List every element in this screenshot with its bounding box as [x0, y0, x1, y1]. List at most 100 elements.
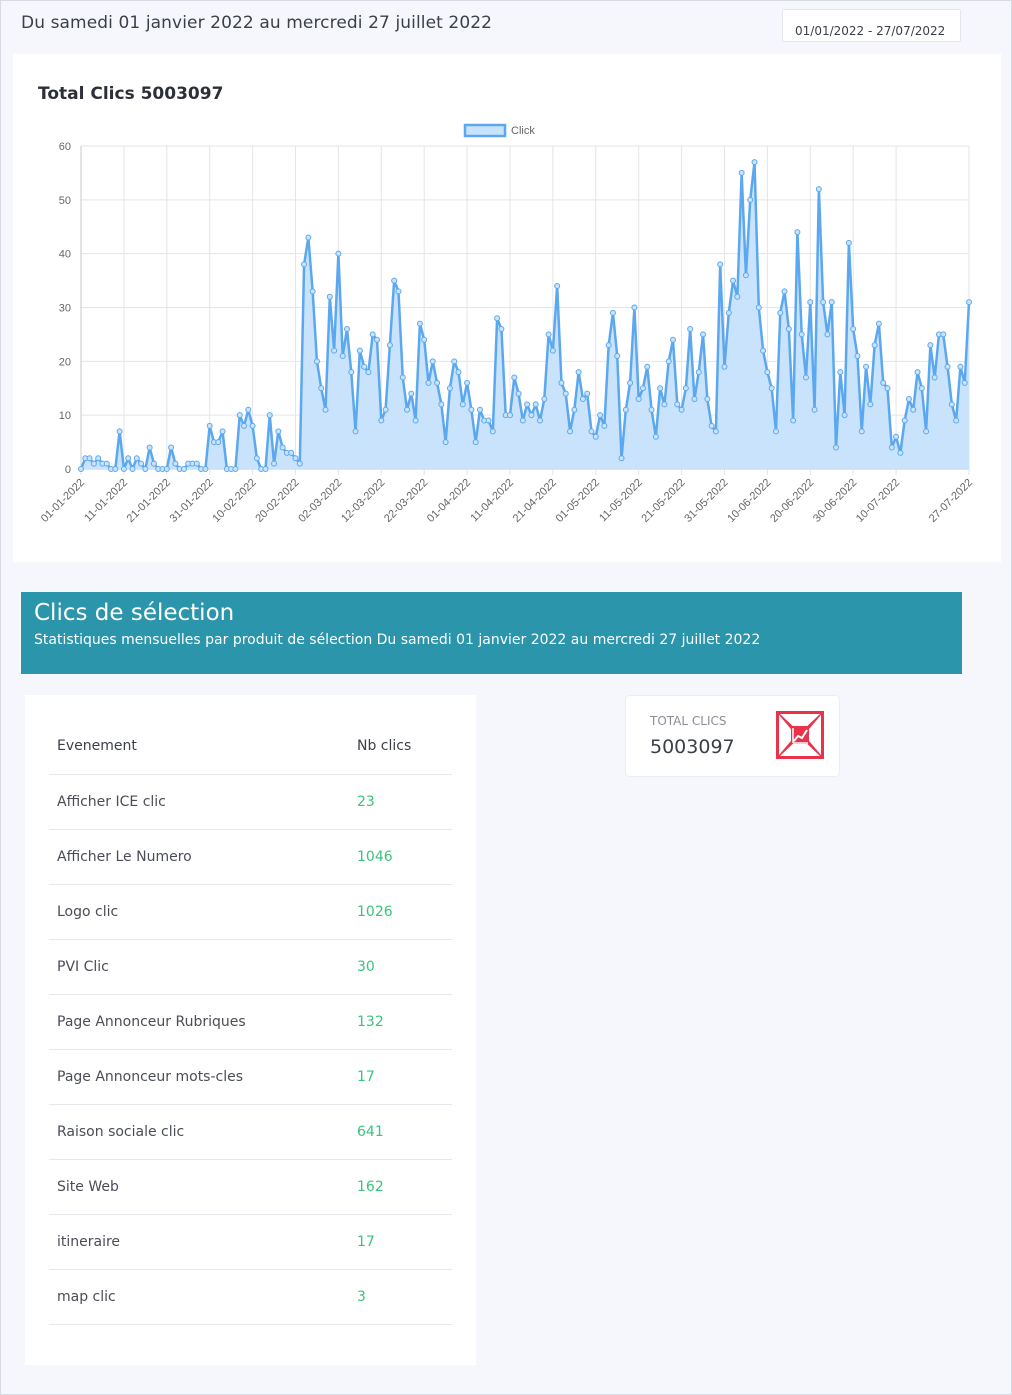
- data-point: [292, 455, 299, 462]
- data-point: [953, 417, 960, 424]
- data-point: [802, 374, 809, 381]
- x-tick-label: 30-06-2022: [811, 477, 859, 525]
- data-point: [712, 428, 719, 435]
- data-point: [768, 385, 775, 392]
- data-point: [824, 331, 831, 338]
- data-point: [931, 374, 938, 381]
- data-point: [279, 444, 286, 451]
- x-tick-label: 11-04-2022: [468, 477, 516, 525]
- data-point: [717, 261, 724, 268]
- data-point: [760, 347, 767, 354]
- data-point: [511, 374, 518, 381]
- x-tick-label: 27-07-2022: [927, 477, 975, 525]
- x-tick-label: 31-05-2022: [682, 477, 730, 525]
- chart-card: Total Clics 5003097 0 10 20 30 40 50 60 01-01-2…: [13, 54, 1001, 562]
- data-point: [644, 363, 651, 370]
- data-point: [674, 401, 681, 408]
- data-point: [494, 315, 501, 322]
- event-name: Site Web: [49, 1159, 349, 1215]
- data-point: [326, 293, 333, 300]
- x-tick-label: 12-03-2022: [339, 477, 387, 525]
- events-table-card: Evenement Nb clics Afficher ICE clic 23 …: [25, 695, 476, 1365]
- data-point: [103, 460, 110, 467]
- data-point: [858, 428, 865, 435]
- data-point: [695, 369, 702, 376]
- data-point: [206, 422, 213, 429]
- data-point: [421, 336, 428, 343]
- x-tick-label: 10-07-2022: [854, 477, 902, 525]
- data-point: [202, 466, 209, 472]
- data-point: [262, 466, 269, 472]
- x-tick-label: 21-01-2022: [125, 477, 173, 525]
- data-point: [120, 466, 127, 472]
- event-name: Afficher Le Numero: [49, 829, 349, 885]
- event-name: Logo clic: [49, 884, 349, 940]
- data-point: [794, 229, 801, 236]
- data-point: [180, 466, 187, 472]
- data-point: [506, 412, 513, 419]
- event-name: map clic: [49, 1269, 349, 1325]
- data-point: [893, 433, 900, 440]
- data-point: [854, 352, 861, 359]
- data-point: [266, 412, 273, 419]
- data-point: [777, 309, 784, 316]
- table-row: Afficher Le Numero 1046: [49, 829, 452, 885]
- data-point: [241, 422, 248, 429]
- data-point: [142, 466, 149, 472]
- event-count: 162: [349, 1159, 452, 1215]
- total-clicks-card: TOTAL CLICS 5003097: [625, 695, 840, 777]
- event-count: 17: [349, 1214, 452, 1270]
- x-tick-label: 22-03-2022: [382, 477, 430, 525]
- data-point: [537, 417, 544, 424]
- y-tick-label: 10: [59, 410, 71, 422]
- data-point: [747, 196, 754, 203]
- event-name: Page Annonceur mots-cles: [49, 1049, 349, 1105]
- data-point: [601, 422, 608, 429]
- y-tick-label: 50: [59, 195, 71, 207]
- data-point: [850, 326, 857, 333]
- data-point: [691, 396, 698, 403]
- data-point: [665, 358, 672, 365]
- data-point: [172, 460, 179, 467]
- data-point: [652, 433, 659, 440]
- data-point: [168, 444, 175, 451]
- data-point: [374, 336, 380, 343]
- data-point: [631, 304, 638, 311]
- data-point: [571, 406, 578, 413]
- data-point: [755, 304, 762, 311]
- data-point: [845, 239, 852, 246]
- data-point: [434, 379, 441, 386]
- data-point: [138, 460, 145, 467]
- data-point: [867, 401, 874, 408]
- x-tick-label: 02-03-2022: [296, 477, 344, 525]
- data-point: [133, 455, 140, 462]
- total-clicks-value: 5003097: [650, 736, 735, 758]
- data-point: [253, 455, 260, 462]
- data-point: [961, 379, 968, 386]
- data-point: [914, 369, 921, 376]
- data-point: [378, 417, 385, 424]
- event-count: 23: [349, 774, 452, 830]
- data-point: [232, 466, 239, 472]
- range-title: Du samedi 01 janvier 2022 au mercredi 27…: [21, 13, 493, 33]
- data-point: [236, 412, 243, 419]
- y-tick-label: 30: [59, 303, 71, 315]
- data-point: [966, 299, 972, 306]
- data-point: [614, 352, 621, 359]
- event-name: Raison sociale clic: [49, 1104, 349, 1160]
- data-point: [657, 385, 664, 392]
- data-point: [558, 379, 565, 386]
- data-point: [905, 396, 912, 403]
- data-point: [721, 363, 728, 370]
- table-header-row: Evenement Nb clics: [49, 719, 452, 775]
- data-point: [275, 428, 282, 435]
- x-tick-label: 10-06-2022: [725, 477, 773, 525]
- x-tick-label: 11-01-2022: [82, 477, 130, 525]
- data-point: [549, 347, 556, 354]
- data-point: [429, 358, 436, 365]
- data-point: [146, 444, 153, 451]
- date-range-input[interactable]: 01/01/2022 - 27/07/2022: [782, 9, 961, 42]
- legend-swatch: [463, 123, 507, 138]
- data-point: [356, 347, 363, 354]
- data-point: [648, 406, 655, 413]
